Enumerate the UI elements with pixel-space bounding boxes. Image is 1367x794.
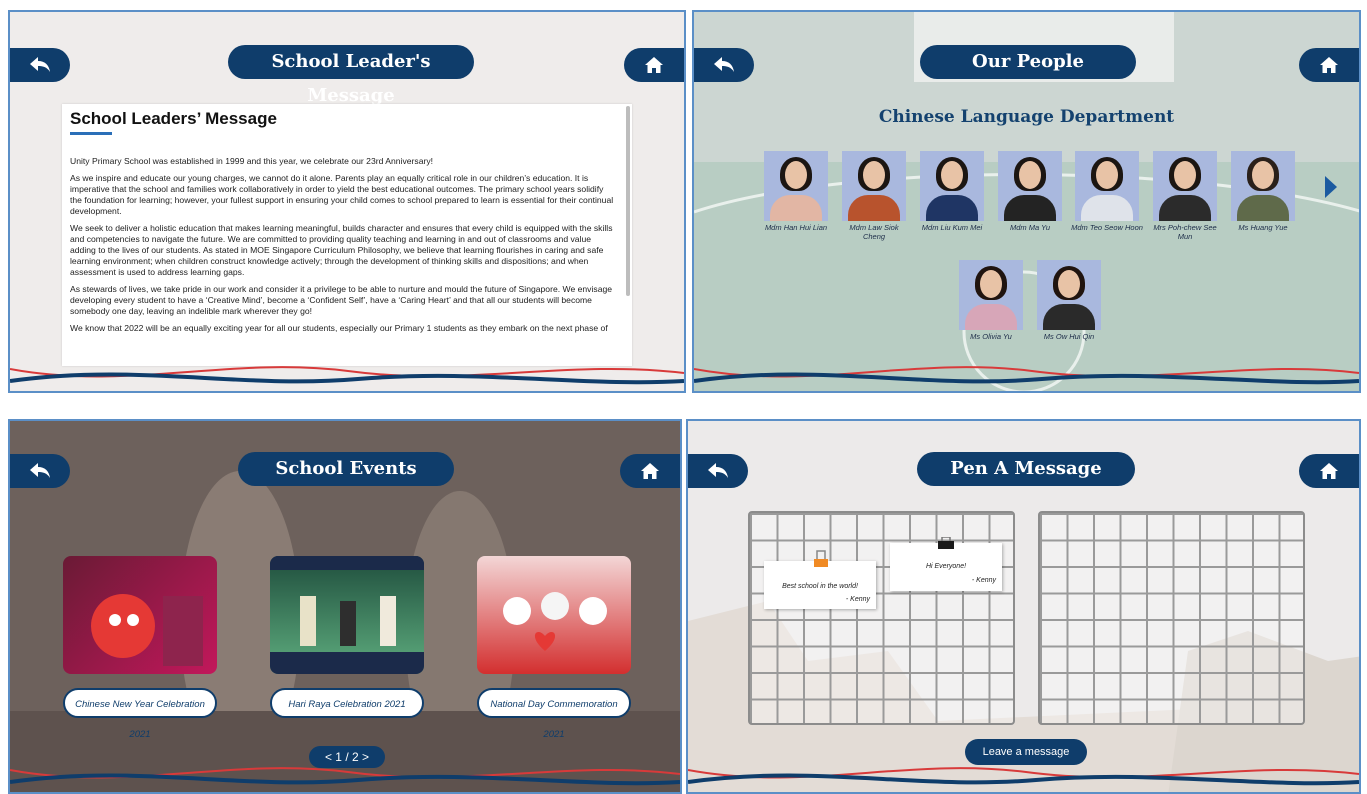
message-note[interactable]: Best school in the world! - Kenny <box>764 550 876 609</box>
panel-school-events: School Events Chinese New Year Celebrati… <box>8 419 682 794</box>
staff-name: Mdm Law Siok Cheng <box>849 223 899 241</box>
staff-photo <box>998 151 1062 221</box>
note-text: Hi Everyone! <box>925 563 967 570</box>
staff-card[interactable]: Ms Olivia Yu <box>955 260 1027 341</box>
note-signature: - Kenny <box>845 596 870 603</box>
message-document[interactable]: School Leaders’ Message Unity Primary Sc… <box>62 104 632 366</box>
staff-card[interactable]: Mrs Poh-chew See Mun <box>1149 151 1221 241</box>
staff-photo <box>959 260 1023 330</box>
staff-name: Ms Olivia Yu <box>970 332 1012 341</box>
next-arrow-icon[interactable] <box>1325 176 1337 198</box>
event-thumbnail[interactable] <box>270 556 424 674</box>
event-thumbnail[interactable] <box>477 556 631 674</box>
staff-card[interactable]: Ms Ow Hui Qin <box>1033 260 1105 341</box>
paragraph: We seek to deliver a holistic education … <box>70 223 613 277</box>
wave-decoration <box>10 366 684 385</box>
panel-pen-a-message: Pen A Message Best school in the world! … <box>686 419 1361 794</box>
heading-underline <box>70 132 112 135</box>
lion-dance-image <box>91 594 203 666</box>
home-icon <box>1320 463 1338 479</box>
staff-card[interactable]: Mdm Teo Seow Hoon <box>1071 151 1143 232</box>
national-day-image <box>503 592 607 651</box>
staff-name: Mdm Teo Seow Hoon <box>1071 223 1143 232</box>
page-title: School Leader's Message <box>228 45 474 106</box>
back-arrow-icon <box>714 57 734 72</box>
panel-school-leaders-message: School Leader's Message School Leaders’ … <box>8 10 686 393</box>
staff-name: Ms Ow Hui Qin <box>1043 332 1095 341</box>
paragraph: We know that 2022 will be an equally exc… <box>70 323 608 333</box>
page-title: School Events <box>238 452 454 486</box>
page-title: Pen A Message <box>917 452 1135 486</box>
wave-decoration <box>688 767 1359 786</box>
home-button[interactable] <box>620 454 680 488</box>
paragraph: Unity Primary School was established in … <box>70 156 434 166</box>
staff-card[interactable]: Mdm Liu Kum Mei <box>916 151 988 232</box>
wave-decoration <box>10 767 680 786</box>
staff-card[interactable]: Mdm Law Siok Cheng <box>838 151 910 241</box>
back-button[interactable] <box>10 48 70 82</box>
event-label[interactable]: National Day Commemoration 2021 <box>477 688 631 740</box>
back-arrow-icon <box>30 463 50 478</box>
staff-photo <box>1153 151 1217 221</box>
hari-raya-image <box>270 556 424 674</box>
staff-photo <box>920 151 984 221</box>
panel-our-people: Our People Chinese Language Department M… <box>692 10 1361 393</box>
document-heading: School Leaders’ Message <box>70 109 277 128</box>
staff-card[interactable]: Mdm Han Hui Lian <box>760 151 832 232</box>
staff-name: Mdm Ma Yu <box>1009 223 1050 232</box>
staff-name: Mrs Poh-chew See Mun <box>1153 223 1217 241</box>
staff-card[interactable]: Ms Huang Yue <box>1227 151 1299 232</box>
staff-name: Ms Huang Yue <box>1238 223 1288 232</box>
event-label[interactable]: Chinese New Year Celebration 2021 <box>63 688 217 740</box>
staff-card[interactable]: Mdm Ma Yu <box>994 151 1066 232</box>
staff-name: Mdm Han Hui Lian <box>764 223 828 232</box>
staff-photo <box>764 151 828 221</box>
note-text: Best school in the world! <box>782 583 858 590</box>
department-heading: Chinese Language Department <box>878 107 1175 127</box>
home-icon <box>645 57 663 73</box>
home-icon <box>641 463 659 479</box>
note-signature: - Kenny <box>971 577 996 584</box>
message-note[interactable]: Hi Everyone! - Kenny <box>890 537 1002 591</box>
event-thumbnail[interactable] <box>63 556 217 674</box>
paragraph: As stewards of lives, we take pride in o… <box>70 284 613 316</box>
wave-decoration <box>694 366 1359 385</box>
staff-photo <box>1231 151 1295 221</box>
staff-photo <box>1075 151 1139 221</box>
home-button[interactable] <box>624 48 684 82</box>
home-icon <box>1320 57 1338 73</box>
back-button[interactable] <box>694 48 754 82</box>
scrollbar[interactable] <box>626 106 630 296</box>
event-label[interactable]: Hari Raya Celebration 2021 <box>270 688 424 718</box>
back-button[interactable] <box>688 454 748 488</box>
orange-clip-icon <box>814 550 828 567</box>
home-button[interactable] <box>1299 48 1359 82</box>
staff-name: Mdm Liu Kum Mei <box>921 223 983 232</box>
back-arrow-icon <box>30 57 50 72</box>
back-arrow-icon <box>708 463 728 478</box>
paragraph: As we inspire and educate our young char… <box>70 173 614 216</box>
document-body: Unity Primary School was established in … <box>70 156 616 340</box>
home-button[interactable] <box>1299 454 1359 488</box>
binder-clip-icon <box>938 537 954 549</box>
page-title: Our People <box>920 45 1136 79</box>
back-button[interactable] <box>10 454 70 488</box>
staff-photo <box>842 151 906 221</box>
message-board-right[interactable] <box>1038 511 1305 725</box>
staff-photo <box>1037 260 1101 330</box>
